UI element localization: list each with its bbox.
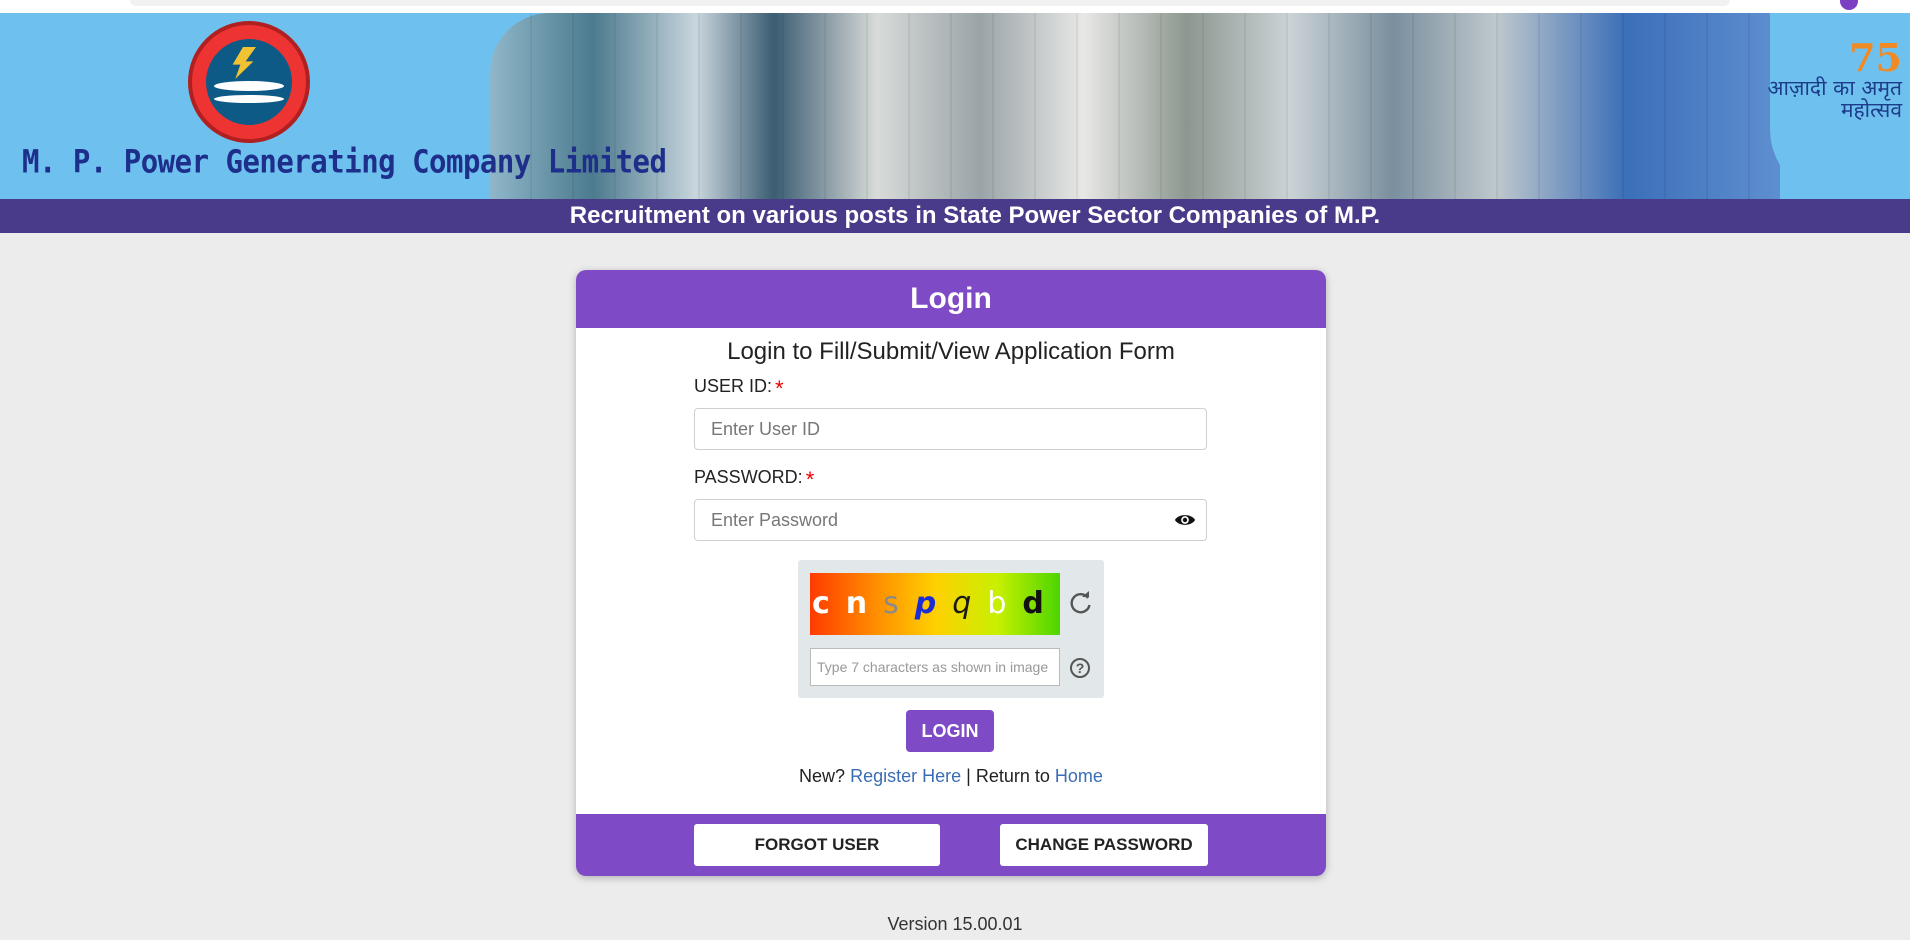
refresh-captcha-icon[interactable] <box>1068 590 1094 616</box>
captcha-char: d <box>1022 586 1044 621</box>
captcha-char: c <box>812 586 830 621</box>
show-password-eye-icon[interactable] <box>1174 510 1196 530</box>
password-input[interactable]: Enter Password <box>694 499 1207 541</box>
required-mark: * <box>805 467 815 492</box>
captcha-help-icon[interactable]: ? <box>1070 658 1090 678</box>
captcha-char: b <box>987 586 1007 621</box>
forgot-user-id-password-button[interactable]: FORGOT USER ID/PASSWORD <box>694 824 940 866</box>
link-separator: | <box>966 766 971 786</box>
browser-top-strip <box>0 0 1910 13</box>
captcha-char: p <box>914 586 937 621</box>
captcha-char: n <box>845 586 868 621</box>
captcha-char: q <box>952 586 972 621</box>
password-label: PASSWORD: <box>694 467 803 487</box>
login-subtitle: Login to Fill/Submit/View Application Fo… <box>727 338 1175 365</box>
captcha-panel: cnspqbd Type 7 characters as shown in im… <box>798 560 1104 698</box>
required-mark: * <box>775 376 784 401</box>
login-card-title: Login <box>576 270 1326 328</box>
captcha-input[interactable]: Type 7 characters as shown in image <box>810 648 1060 686</box>
login-card-footer: FORGOT USER ID/PASSWORD CHANGE PASSWORD <box>576 814 1326 876</box>
user-id-label: USER ID: <box>694 376 773 396</box>
azadi-text: आज़ादी का अमृत महोत्सव <box>1767 76 1902 122</box>
azadi-ka-amrit-mahotsav-logo: 75 आज़ादी का अमृत महोत्सव <box>1762 35 1902 122</box>
new-prefix: New? <box>799 766 846 786</box>
header-banner: M. P. Power Generating Company Limited 7… <box>0 13 1910 233</box>
company-name: M. P. Power Generating Company Limited <box>22 143 667 181</box>
login-button[interactable]: LOGIN <box>906 710 994 752</box>
password-field-group: PASSWORD: * Enter Password <box>694 467 1207 541</box>
login-card: Login Login to Fill/Submit/View Applicat… <box>576 270 1326 876</box>
captcha-image: cnspqbd <box>810 573 1060 635</box>
password-placeholder: Enter Password <box>711 510 839 530</box>
return-prefix: Return to <box>975 766 1050 786</box>
register-link[interactable]: Register Here <box>850 766 961 786</box>
user-id-field-group: USER ID: * Enter User ID <box>694 376 1207 450</box>
azadi-number: 75 <box>1849 35 1902 80</box>
recruitment-ticker: Recruitment on various posts in State Po… <box>0 199 1910 233</box>
address-bar-edge <box>130 0 1730 6</box>
register-home-links: New? Register Here | Return to Home <box>576 766 1326 787</box>
change-password-button[interactable]: CHANGE PASSWORD <box>1000 824 1208 866</box>
user-id-input[interactable]: Enter User ID <box>694 408 1207 450</box>
ticker-text: Recruitment on various posts in State Po… <box>569 202 1381 229</box>
company-logo <box>188 21 310 143</box>
profile-icon[interactable] <box>1840 0 1858 10</box>
banner-photo-collage <box>490 13 1780 199</box>
home-link[interactable]: Home <box>1055 766 1103 786</box>
captcha-char: s <box>883 586 899 621</box>
version-label: Version 15.00.01 <box>887 914 1023 934</box>
